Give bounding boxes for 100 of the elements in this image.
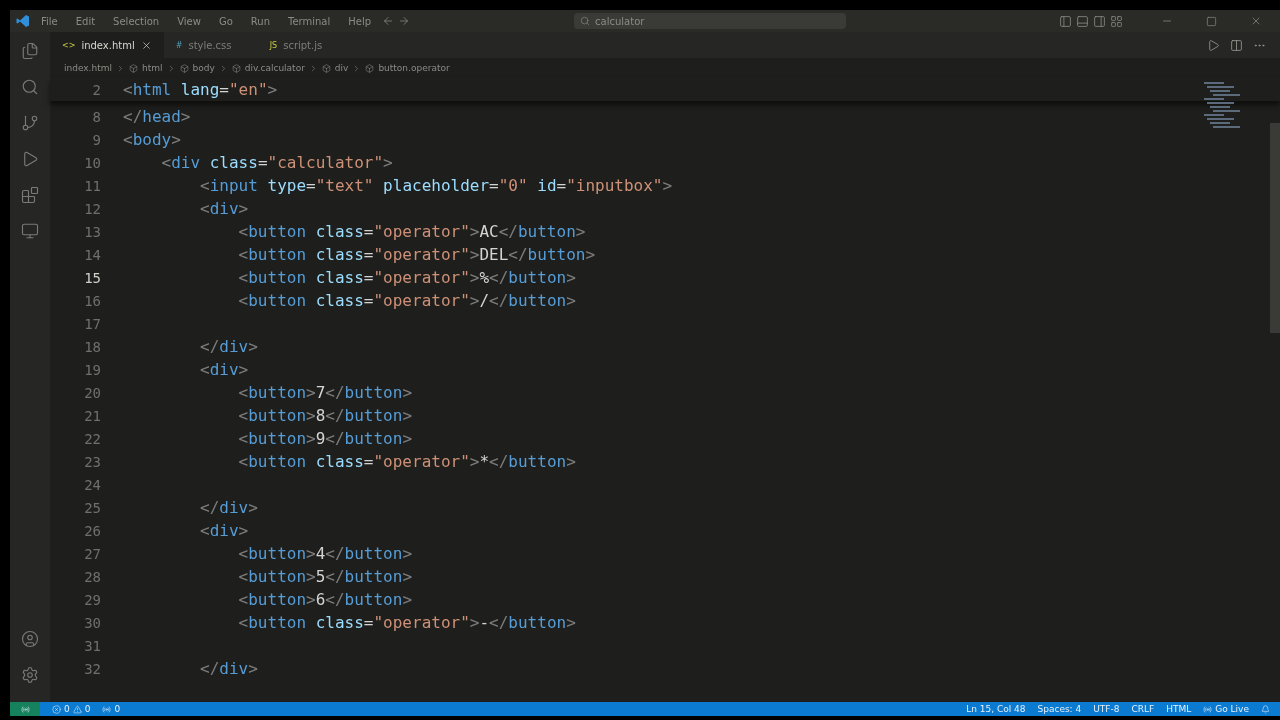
line-number: 30 (83, 614, 102, 631)
go-live-button[interactable]: Go Live (1215, 704, 1249, 714)
menu-item[interactable]: Terminal (281, 15, 338, 27)
status-item[interactable]: UTF-8 (1093, 704, 1120, 714)
code-line: <button>9</button> (237, 429, 412, 448)
settings-icon[interactable] (21, 666, 39, 684)
menu-item[interactable]: View (170, 15, 208, 27)
code-line: <div> (199, 521, 249, 540)
panel-toggle-icon[interactable] (1076, 14, 1089, 28)
line-number: 15 (83, 269, 102, 286)
status-item[interactable]: CRLF (1131, 704, 1155, 714)
code-line: </div> (199, 659, 258, 678)
menu-item[interactable]: Run (243, 15, 277, 27)
breadcrumb-item[interactable]: html (142, 63, 163, 73)
maximize-icon[interactable] (1206, 15, 1217, 27)
source-control-icon[interactable] (21, 114, 39, 132)
code-line: <button class="operator">*</button> (237, 452, 576, 471)
line-number: 29 (83, 591, 102, 608)
code-line: <button class="operator">%</button> (237, 268, 576, 287)
line-number: 32 (83, 660, 102, 677)
line-number: 12 (83, 200, 102, 217)
element-icon (365, 63, 375, 73)
search-field[interactable]: calculator (574, 13, 847, 29)
line-number: 21 (83, 407, 102, 424)
menu-item[interactable]: Edit (68, 15, 103, 27)
ports-count: 0 (114, 704, 121, 714)
broadcast-icon (1203, 704, 1213, 714)
code-line: <button>4</button> (237, 544, 412, 563)
code-line: <body> (123, 130, 181, 149)
line-number: 27 (83, 545, 102, 562)
menu-item[interactable]: Go (211, 15, 240, 27)
forward-arrow-icon[interactable] (398, 15, 411, 27)
breadcrumb-item[interactable]: button.operator (378, 63, 450, 73)
line-number: 2 (91, 81, 102, 98)
back-arrow-icon[interactable] (382, 15, 395, 27)
breadcrumb-item[interactable]: index.html (64, 63, 112, 73)
remote-icon (20, 704, 30, 714)
sidebar-toggle-icon[interactable] (1059, 14, 1072, 28)
close-icon[interactable] (140, 39, 152, 51)
chevron-icon (116, 63, 125, 73)
menu-item[interactable]: Selection (106, 15, 167, 27)
line-number: 24 (83, 476, 102, 493)
line-number: 11 (83, 177, 102, 194)
code-line: <html lang="en"> (123, 80, 278, 99)
code-line: </div> (199, 337, 258, 356)
code-line: <div> (199, 360, 249, 379)
bell-icon[interactable] (1261, 704, 1270, 714)
code-line: <button>8</button> (237, 406, 412, 425)
layout-icon[interactable] (1110, 14, 1123, 28)
breadcrumb-item[interactable]: body (192, 63, 215, 73)
secondary-sidebar-icon[interactable] (1093, 14, 1106, 28)
file-type-icon: JS (269, 40, 278, 50)
breadcrumb-item[interactable]: div.calculator (244, 63, 305, 73)
code-line: <div> (199, 199, 249, 218)
line-number: 20 (83, 384, 102, 401)
line-number: 23 (83, 453, 102, 470)
status-item[interactable]: HTML (1166, 704, 1192, 714)
line-number: 9 (91, 131, 102, 148)
error-count: 0 (64, 704, 70, 714)
scrollbar-thumb[interactable] (1270, 123, 1280, 333)
account-icon[interactable] (21, 630, 39, 648)
code-line: </head> (123, 107, 191, 126)
files-icon[interactable] (21, 42, 39, 60)
breadcrumb-item[interactable]: div (334, 63, 349, 73)
ports-icon (102, 704, 112, 714)
remote-explorer-icon[interactable] (21, 222, 39, 240)
search-icon[interactable] (21, 78, 39, 96)
run-debug-icon[interactable] (21, 150, 39, 168)
run-icon[interactable] (1207, 38, 1220, 52)
code-line: <button class="operator">DEL</button> (237, 245, 596, 264)
split-editor-icon[interactable] (1230, 38, 1243, 52)
line-number: 8 (91, 108, 102, 125)
line-number: 22 (83, 430, 102, 447)
editor-tab[interactable]: <> index.html (50, 32, 164, 58)
file-type-icon: # (175, 40, 183, 50)
line-number: 18 (83, 338, 102, 355)
app-logo-icon (16, 14, 30, 28)
file-type-icon: <> (62, 40, 76, 50)
menu-item[interactable]: File (34, 15, 65, 27)
code-line: <button>6</button> (237, 590, 412, 609)
extensions-icon[interactable] (21, 186, 39, 204)
status-item[interactable]: Spaces: 4 (1037, 704, 1082, 714)
line-number: 28 (83, 568, 102, 585)
element-icon (179, 63, 189, 73)
remote-button[interactable] (10, 702, 40, 716)
code-line: <button>7</button> (237, 383, 412, 402)
close-icon[interactable] (1250, 15, 1262, 27)
code-line: <button class="operator">-</button> (237, 613, 576, 632)
code-line: <button>5</button> (237, 567, 412, 586)
line-number: 19 (83, 361, 102, 378)
error-icon (52, 704, 61, 714)
status-item[interactable]: Ln 15, Col 48 (966, 704, 1026, 714)
menu-item[interactable]: Help (341, 15, 379, 27)
element-icon (231, 63, 241, 73)
line-number: 26 (83, 522, 102, 539)
code-line: <button class="operator">AC</button> (237, 222, 586, 241)
line-number: 31 (83, 637, 102, 654)
line-number: 17 (83, 315, 102, 332)
search-icon (580, 16, 591, 26)
element-icon (129, 63, 138, 73)
